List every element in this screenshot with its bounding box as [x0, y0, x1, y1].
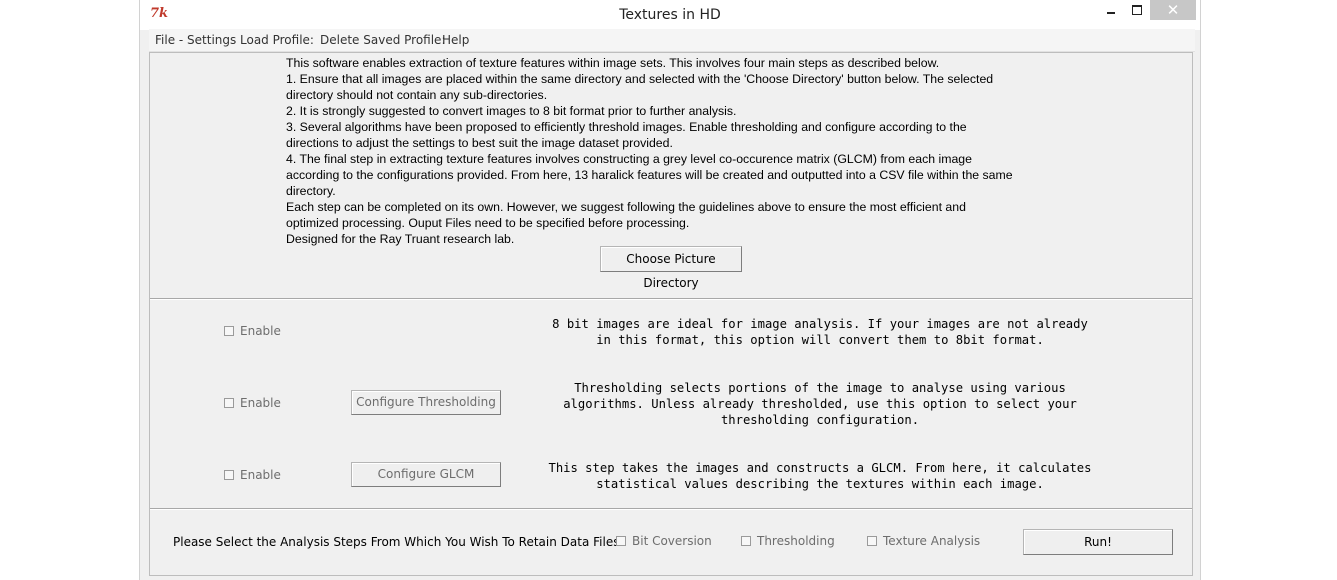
thresholding-enable-checkbox[interactable]: Enable — [224, 396, 281, 410]
intro-line: optimized processing. Ouput Files need t… — [286, 216, 690, 230]
intro-line: directory. — [286, 184, 336, 198]
section-divider — [150, 508, 1192, 510]
threshold-enable-label: Enable — [240, 396, 281, 410]
intro-line: directory should not contain any sub-dir… — [286, 88, 548, 102]
checkbox-icon — [741, 536, 751, 546]
retain-texture-analysis-checkbox[interactable]: Texture Analysis — [867, 534, 980, 548]
main-panel: This software enables extraction of text… — [149, 52, 1193, 576]
maximize-button[interactable] — [1126, 0, 1148, 20]
checkbox-icon — [224, 326, 234, 336]
menu-help[interactable]: Help — [442, 33, 469, 47]
intro-line: Each step can be completed on its own. H… — [286, 200, 966, 214]
retain-thresholding-checkbox[interactable]: Thresholding — [741, 534, 835, 548]
glcm-description: This step takes the images and construct… — [548, 461, 1092, 491]
configure-glcm-button[interactable]: Configure GLCM — [351, 462, 501, 487]
minimize-button[interactable] — [1100, 0, 1122, 20]
close-icon: ✕ — [1166, 1, 1180, 19]
intro-line: 3. Several algorithms have been proposed… — [286, 120, 967, 134]
section-divider — [150, 298, 1192, 300]
intro-line: directions to adjust the settings to bes… — [286, 136, 673, 150]
title-bar[interactable]: 7k Textures in HD ✕ — [140, 0, 1200, 30]
minimize-icon — [1107, 12, 1115, 14]
retain-option-label: Bit Coversion — [632, 534, 712, 548]
retain-files-label: Please Select the Analysis Steps From Wh… — [173, 535, 624, 549]
intro-text: This software enables extraction of text… — [286, 55, 1076, 247]
intro-line: according to the configurations provided… — [286, 168, 1013, 182]
choose-picture-directory-button[interactable]: Choose Picture Directory — [600, 246, 742, 290]
thresholding-description: Thresholding selects portions of the ima… — [563, 381, 1077, 427]
intro-line: This software enables extraction of text… — [286, 56, 940, 70]
checkbox-icon — [616, 536, 626, 546]
menu-load-profile[interactable]: Load Profile: — [240, 33, 314, 47]
menu-delete-saved-profile[interactable]: Delete Saved Profile: — [320, 33, 445, 47]
checkbox-icon — [224, 470, 234, 480]
intro-line: Designed for the Ray Truant research lab… — [286, 232, 515, 246]
intro-line: 1. Ensure that all images are placed wit… — [286, 72, 994, 86]
menu-bar: File - Settings Load Profile: Delete Sav… — [149, 29, 1195, 52]
maximize-icon — [1132, 5, 1142, 15]
app-window: 7k Textures in HD ✕ File - Settings Load… — [139, 0, 1201, 580]
window-title: Textures in HD — [619, 7, 721, 23]
intro-line: 2. It is strongly suggested to convert i… — [286, 104, 737, 118]
bit-conversion-description: 8 bit images are ideal for image analysi… — [552, 317, 1088, 347]
run-button[interactable]: Run! — [1023, 529, 1173, 555]
glcm-enable-checkbox[interactable]: Enable — [224, 468, 281, 482]
retain-option-label: Texture Analysis — [883, 534, 981, 548]
menu-file-settings[interactable]: File - Settings — [155, 33, 236, 47]
intro-line: 4. The final step in extracting texture … — [286, 152, 972, 166]
checkbox-icon — [224, 398, 234, 408]
close-button[interactable]: ✕ — [1150, 0, 1196, 20]
bit-conversion-enable-checkbox[interactable]: Enable — [224, 324, 281, 338]
retain-option-label: Thresholding — [757, 534, 835, 548]
glcm-enable-label: Enable — [240, 468, 281, 482]
bit-enable-label: Enable — [240, 324, 281, 338]
configure-thresholding-button[interactable]: Configure Thresholding — [351, 390, 501, 415]
retain-bit-conversion-checkbox[interactable]: Bit Coversion — [616, 534, 712, 548]
checkbox-icon — [867, 536, 877, 546]
